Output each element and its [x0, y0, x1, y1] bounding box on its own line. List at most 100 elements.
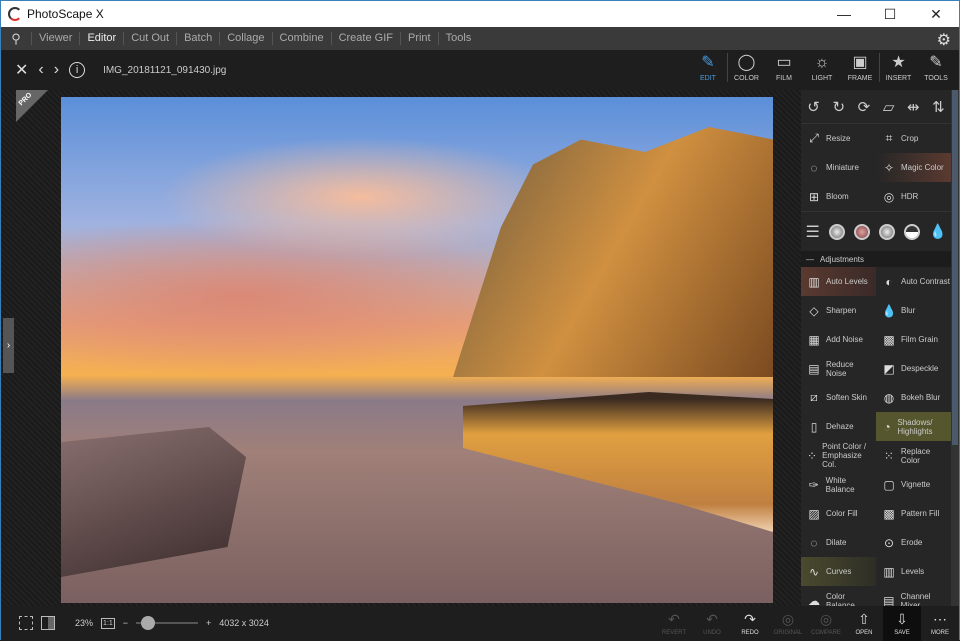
list-icon[interactable]: ☰: [806, 222, 820, 242]
tab-insert[interactable]: ★ INSERT: [879, 53, 917, 82]
compare-button[interactable]: ◎ COMPARE: [807, 606, 845, 641]
bloom-tool[interactable]: ⊞ Bloom: [801, 182, 876, 211]
menu-collage[interactable]: Collage: [219, 32, 271, 45]
soften-skin-tool[interactable]: ⧄ Soften Skin: [801, 383, 876, 412]
curves-tool[interactable]: ∿ Curves: [801, 557, 876, 586]
color-fill-tool[interactable]: ▨ Color Fill: [801, 499, 876, 528]
redo-button[interactable]: ↷ REDO: [731, 606, 769, 641]
white-balance-tool[interactable]: ✑ White Balance: [801, 470, 876, 499]
point-color-emphasize-col-tool[interactable]: ⁘ Point Color / Emphasize Col.: [801, 441, 876, 470]
close-image-icon[interactable]: ✕: [15, 60, 28, 80]
shadows-highlights-tool[interactable]: ◔ Shadows/ Highlights: [876, 412, 951, 441]
color-balance-tool[interactable]: ☁ Color Balance: [801, 586, 876, 607]
vignette-tool[interactable]: ▢ Vignette: [876, 470, 951, 499]
crop-tool[interactable]: ⌗ Crop: [876, 124, 951, 153]
next-image-icon[interactable]: ›: [54, 61, 59, 79]
tab-light[interactable]: ☼ LIGHT: [803, 53, 841, 82]
miniature-tool[interactable]: ◌ Miniature: [801, 153, 876, 182]
hdr-tool[interactable]: ◎ HDR: [876, 182, 951, 211]
auto-contrast-tool[interactable]: ◐ Auto Contrast: [876, 267, 951, 296]
tool-label: Curves: [826, 567, 852, 576]
blur-tool[interactable]: 💧 Blur: [876, 296, 951, 325]
menu-print[interactable]: Print: [399, 32, 438, 45]
sharpen-tool[interactable]: ◇ Sharpen: [801, 296, 876, 325]
save-button[interactable]: ⇩ SAVE: [883, 606, 921, 641]
straighten-icon[interactable]: ▱: [883, 98, 895, 116]
zoom-out-icon[interactable]: −: [123, 618, 128, 628]
minimize-button[interactable]: —: [821, 1, 867, 27]
filter-preset-3[interactable]: [878, 223, 895, 240]
tab-frame[interactable]: ▣ FRAME: [841, 53, 879, 82]
bokeh-blur-tool[interactable]: ◍ Bokeh Blur: [876, 383, 951, 412]
menu-editor[interactable]: Editor: [79, 32, 123, 45]
tab-label: EDIT: [700, 75, 716, 82]
menu-create-gif[interactable]: Create GIF: [330, 32, 400, 45]
levels-tool[interactable]: ▥ Levels: [876, 557, 951, 586]
palette-icon: ✎: [929, 54, 943, 71]
flip-horizontal-icon[interactable]: ⇹: [907, 98, 920, 116]
original-button[interactable]: ◎ ORIGINAL: [769, 606, 807, 641]
rotate-right-icon[interactable]: ↻: [832, 98, 845, 116]
add-noise-tool[interactable]: ▦ Add Noise: [801, 325, 876, 354]
previous-image-icon[interactable]: ‹: [38, 61, 43, 79]
filter-preset-1[interactable]: [828, 223, 845, 240]
magic-color-icon: ✧: [883, 160, 895, 175]
more-button[interactable]: ⋯ MORE: [921, 606, 959, 641]
despeckle-tool[interactable]: ◩ Despeckle: [876, 354, 951, 383]
film-grain-tool[interactable]: ▩ Film Grain: [876, 325, 951, 354]
rotate-left-icon[interactable]: ↺: [807, 98, 820, 116]
pattern-fill-tool[interactable]: ▩ Pattern Fill: [876, 499, 951, 528]
tab-tools[interactable]: ✎ TOOLS: [917, 53, 955, 82]
replace-color-tool[interactable]: ⁙ Replace Color: [876, 441, 951, 470]
maximize-button[interactable]: ☐: [867, 1, 913, 27]
reduce-noise-tool[interactable]: ▤ Reduce Noise: [801, 354, 876, 383]
undo-button[interactable]: ↶ UNDO: [693, 606, 731, 641]
resize-icon: ⤢: [809, 131, 819, 145]
info-icon[interactable]: i: [69, 62, 86, 78]
actual-size-button[interactable]: 1:1: [101, 617, 115, 629]
adjustments-section-header[interactable]: — Adjustments: [801, 251, 951, 267]
miniature-icon: ◌: [810, 160, 818, 175]
revert-button[interactable]: ↶ REVERT: [655, 606, 693, 641]
tool-label: Levels: [901, 567, 925, 576]
channel-mixer-tool[interactable]: ▤ Channel Mixer: [876, 586, 951, 607]
search-icon[interactable]: ⚲: [1, 31, 31, 47]
tab-film[interactable]: ▭ FILM: [765, 53, 803, 82]
close-button[interactable]: ✕: [913, 1, 959, 27]
scrollbar-thumb[interactable]: [952, 90, 958, 445]
menu-batch[interactable]: Batch: [176, 32, 219, 45]
flip-vertical-icon[interactable]: ⇅: [932, 98, 945, 116]
auto-levels-tool[interactable]: ▥ Auto Levels: [801, 267, 876, 296]
filter-preset-2[interactable]: [853, 223, 870, 240]
menu-combine[interactable]: Combine: [271, 32, 331, 45]
settings-gear-icon[interactable]: ⚙: [937, 30, 951, 50]
tab-color[interactable]: ◯ COLOR: [727, 53, 765, 82]
rotate-free-icon[interactable]: ⟳: [858, 98, 871, 116]
point-color-emphasize-col-icon: ⁘: [807, 448, 818, 463]
menu-cut-out[interactable]: Cut Out: [123, 32, 176, 45]
zoom-slider[interactable]: [136, 616, 199, 630]
menu-tools[interactable]: Tools: [437, 32, 479, 45]
erode-tool[interactable]: ⊙ Erode: [876, 528, 951, 557]
image-canvas[interactable]: PRO ›: [1, 90, 801, 606]
film-icon: ▭: [776, 54, 792, 71]
droplet-icon[interactable]: 💧: [929, 223, 946, 240]
marquee-select-icon[interactable]: [19, 616, 33, 630]
tool-label: Bokeh Blur: [901, 393, 941, 402]
filter-preset-4[interactable]: [903, 223, 920, 240]
magic-color-tool[interactable]: ✧ Magic Color: [876, 153, 951, 182]
dehaze-tool[interactable]: ▯ Dehaze: [801, 412, 876, 441]
zoom-slider-knob[interactable]: [141, 616, 156, 630]
zoom-in-icon[interactable]: +: [206, 618, 211, 628]
tab-edit[interactable]: ✎ EDIT: [689, 53, 727, 82]
compare-split-icon[interactable]: [41, 616, 55, 630]
resize-tool[interactable]: ⤢ Resize: [801, 124, 876, 153]
panel-scrollbar[interactable]: [951, 90, 959, 606]
add-noise-icon: ▦: [808, 332, 820, 347]
dilate-tool[interactable]: ◌ Dilate: [801, 528, 876, 557]
color-balance-icon: ☁: [807, 593, 820, 607]
open-button[interactable]: ⇧ OPEN: [845, 606, 883, 641]
menu-viewer[interactable]: Viewer: [31, 32, 79, 45]
expand-sidebar-button[interactable]: ›: [3, 318, 14, 373]
auto-levels-icon: ▥: [808, 274, 820, 289]
